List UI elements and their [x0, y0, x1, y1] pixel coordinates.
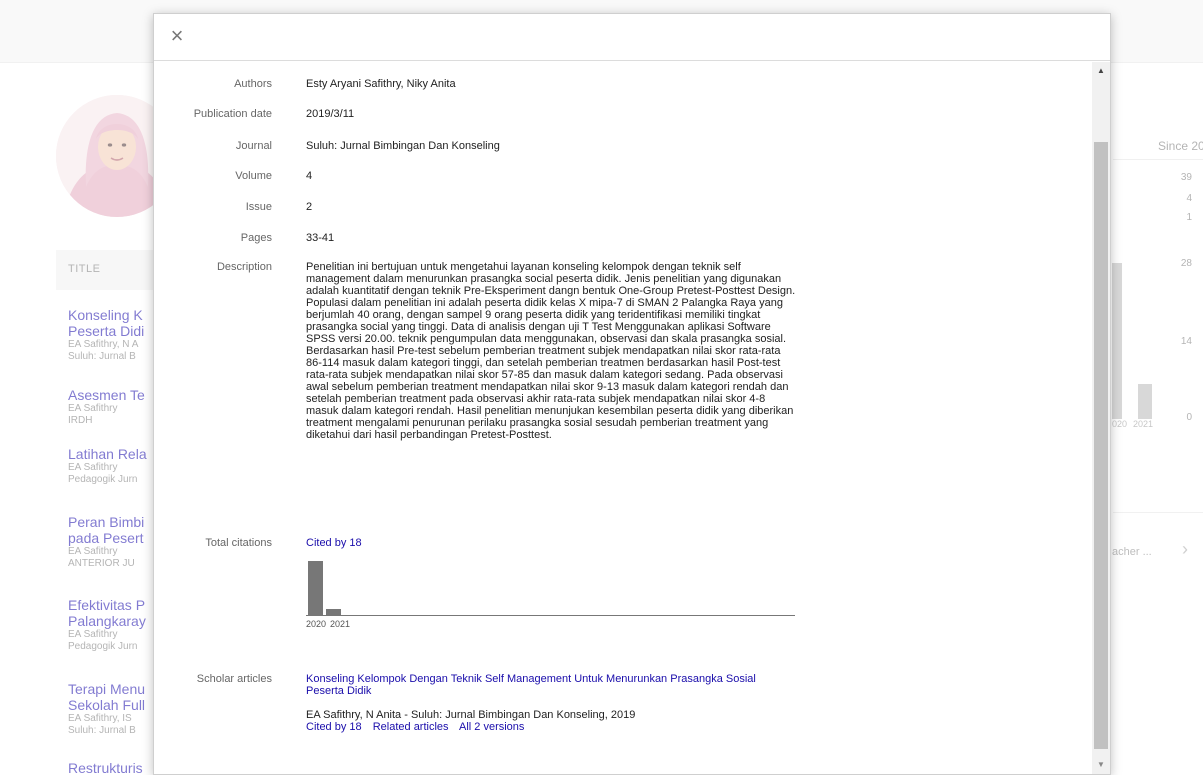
citations-bar-chart: 2020 2021	[306, 557, 795, 629]
pages-value: 33-41	[306, 232, 335, 244]
scholar-article-title-link[interactable]: Konseling Kelompok Dengan Teknik Self Ma…	[306, 673, 796, 697]
pages-label: Pages	[240, 232, 272, 244]
citation-bar-2021[interactable]	[326, 609, 341, 615]
publication-date-label: Publication date	[193, 108, 272, 120]
cited-by-link[interactable]: Cited by 18	[306, 537, 362, 549]
publication-date-value: 2019/3/11	[306, 108, 355, 120]
scholar-cited-by-link[interactable]: Cited by 18	[306, 721, 362, 733]
citation-bar-2020[interactable]	[308, 561, 323, 615]
scroll-down-icon[interactable]: ▼	[1092, 758, 1110, 772]
scholar-articles-label: Scholar articles	[196, 673, 272, 685]
year-label-2021: 2021	[330, 619, 351, 629]
volume-value: 4	[306, 170, 313, 182]
close-icon[interactable]: ×	[164, 23, 190, 49]
related-articles-link[interactable]: Related articles	[373, 721, 449, 733]
article-details-dialog: × Authors Esty Aryani Safithry, Niky Ani…	[153, 13, 1111, 775]
total-citations-label: Total citations	[205, 537, 272, 549]
scholar-article-links: Cited by 18 Related articles All 2 versi…	[306, 721, 532, 733]
scroll-up-icon[interactable]: ▲	[1092, 64, 1110, 78]
dialog-scrollbar[interactable]: ▲ ▼	[1092, 62, 1110, 774]
journal-label: Journal	[235, 140, 272, 152]
issue-label: Issue	[245, 201, 272, 213]
authors-value: Esty Aryani Safithry, Niky Anita	[306, 78, 456, 90]
issue-value: 2	[306, 201, 313, 213]
description-label: Description	[216, 261, 272, 273]
authors-label: Authors	[234, 78, 272, 90]
scroll-thumb[interactable]	[1094, 142, 1108, 749]
volume-label: Volume	[235, 170, 272, 182]
scholar-article-meta: EA Safithry, N Anita - Suluh: Jurnal Bim…	[306, 709, 636, 721]
journal-value: Suluh: Jurnal Bimbingan Dan Konseling	[306, 140, 500, 152]
dialog-body: Authors Esty Aryani Safithry, Niky Anita…	[154, 62, 1092, 774]
year-label-2020: 2020	[306, 619, 327, 629]
dialog-header: ×	[154, 14, 1110, 61]
all-versions-link[interactable]: All 2 versions	[459, 721, 524, 733]
chart-axis	[306, 615, 795, 616]
description-text: Penelitian ini bertujuan untuk mengetahu…	[306, 261, 796, 441]
